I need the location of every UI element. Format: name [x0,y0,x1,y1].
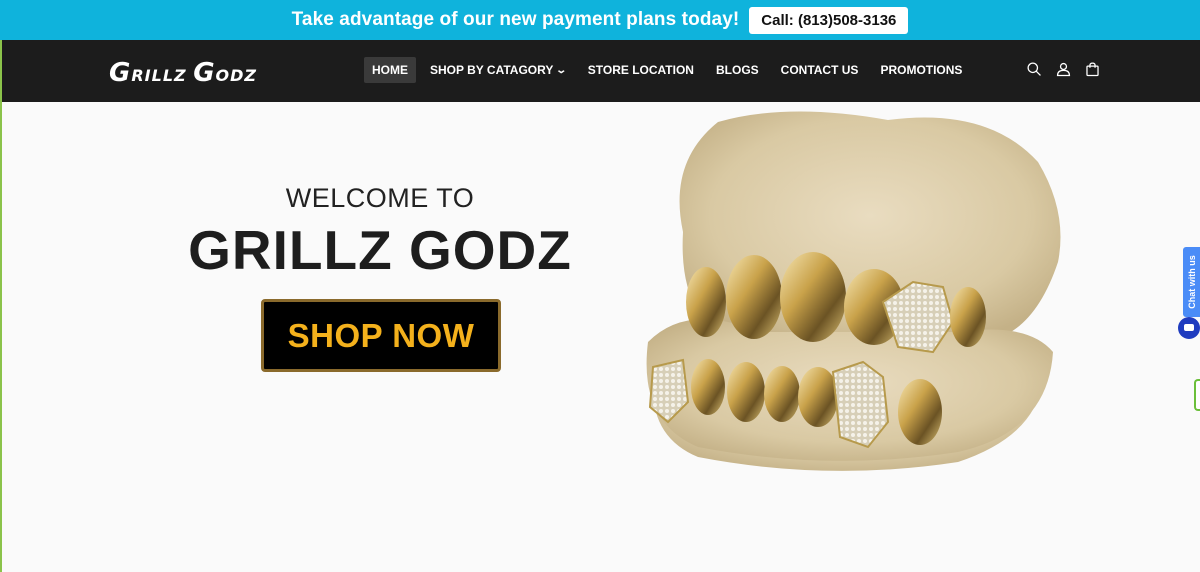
hero-title: GRILLZ GODZ [188,219,572,281]
hero-welcome: WELCOME TO [285,183,475,213]
shop-now-button[interactable]: SHOP NOW [261,299,501,372]
logo[interactable]: GRILLZ GODZ [109,58,257,88]
grillz-product-image [646,111,1061,471]
header-icons [1026,61,1101,78]
announcement-bar: Take advantage of our new payment plans … [0,0,1200,40]
chat-tab-label: Chat with us [1186,255,1197,309]
announcement-text: Take advantage of our new payment plans … [291,9,740,30]
cart-icon[interactable] [1084,61,1101,78]
account-icon[interactable] [1055,61,1072,78]
nav-home[interactable]: HOME [364,57,416,83]
logo-text-odz: ODZ [215,66,258,85]
nav-shop-by-category[interactable]: SHOP BY CATAGORY ⌄ [422,57,574,83]
logo-letter-g2: G [193,58,216,88]
nav-blogs[interactable]: BLOGS [708,57,767,83]
chat-bubble-icon[interactable] [1178,317,1200,339]
call-button[interactable]: Call: (813)508-3136 [749,6,909,34]
chat-with-us-tab[interactable]: Chat with us [1183,247,1200,317]
main-nav: HOME SHOP BY CATAGORY ⌄ STORE LOCATION B… [364,57,976,83]
nav-promotions[interactable]: PROMOTIONS [872,57,970,83]
chevron-down-icon: ⌄ [555,64,568,76]
nav-store-location[interactable]: STORE LOCATION [580,57,702,83]
search-icon[interactable] [1026,61,1043,78]
nav-contact-us[interactable]: CONTACT US [773,57,867,83]
nav-shop-by-category-label: SHOP BY CATAGORY [430,63,554,77]
logo-text-rillz: RILLZ [131,66,194,85]
site-header: GRILLZ GODZ HOME SHOP BY CATAGORY ⌄ STOR… [0,40,1200,102]
side-widget-tab[interactable] [1194,379,1200,411]
logo-letter-g1: G [109,58,132,88]
